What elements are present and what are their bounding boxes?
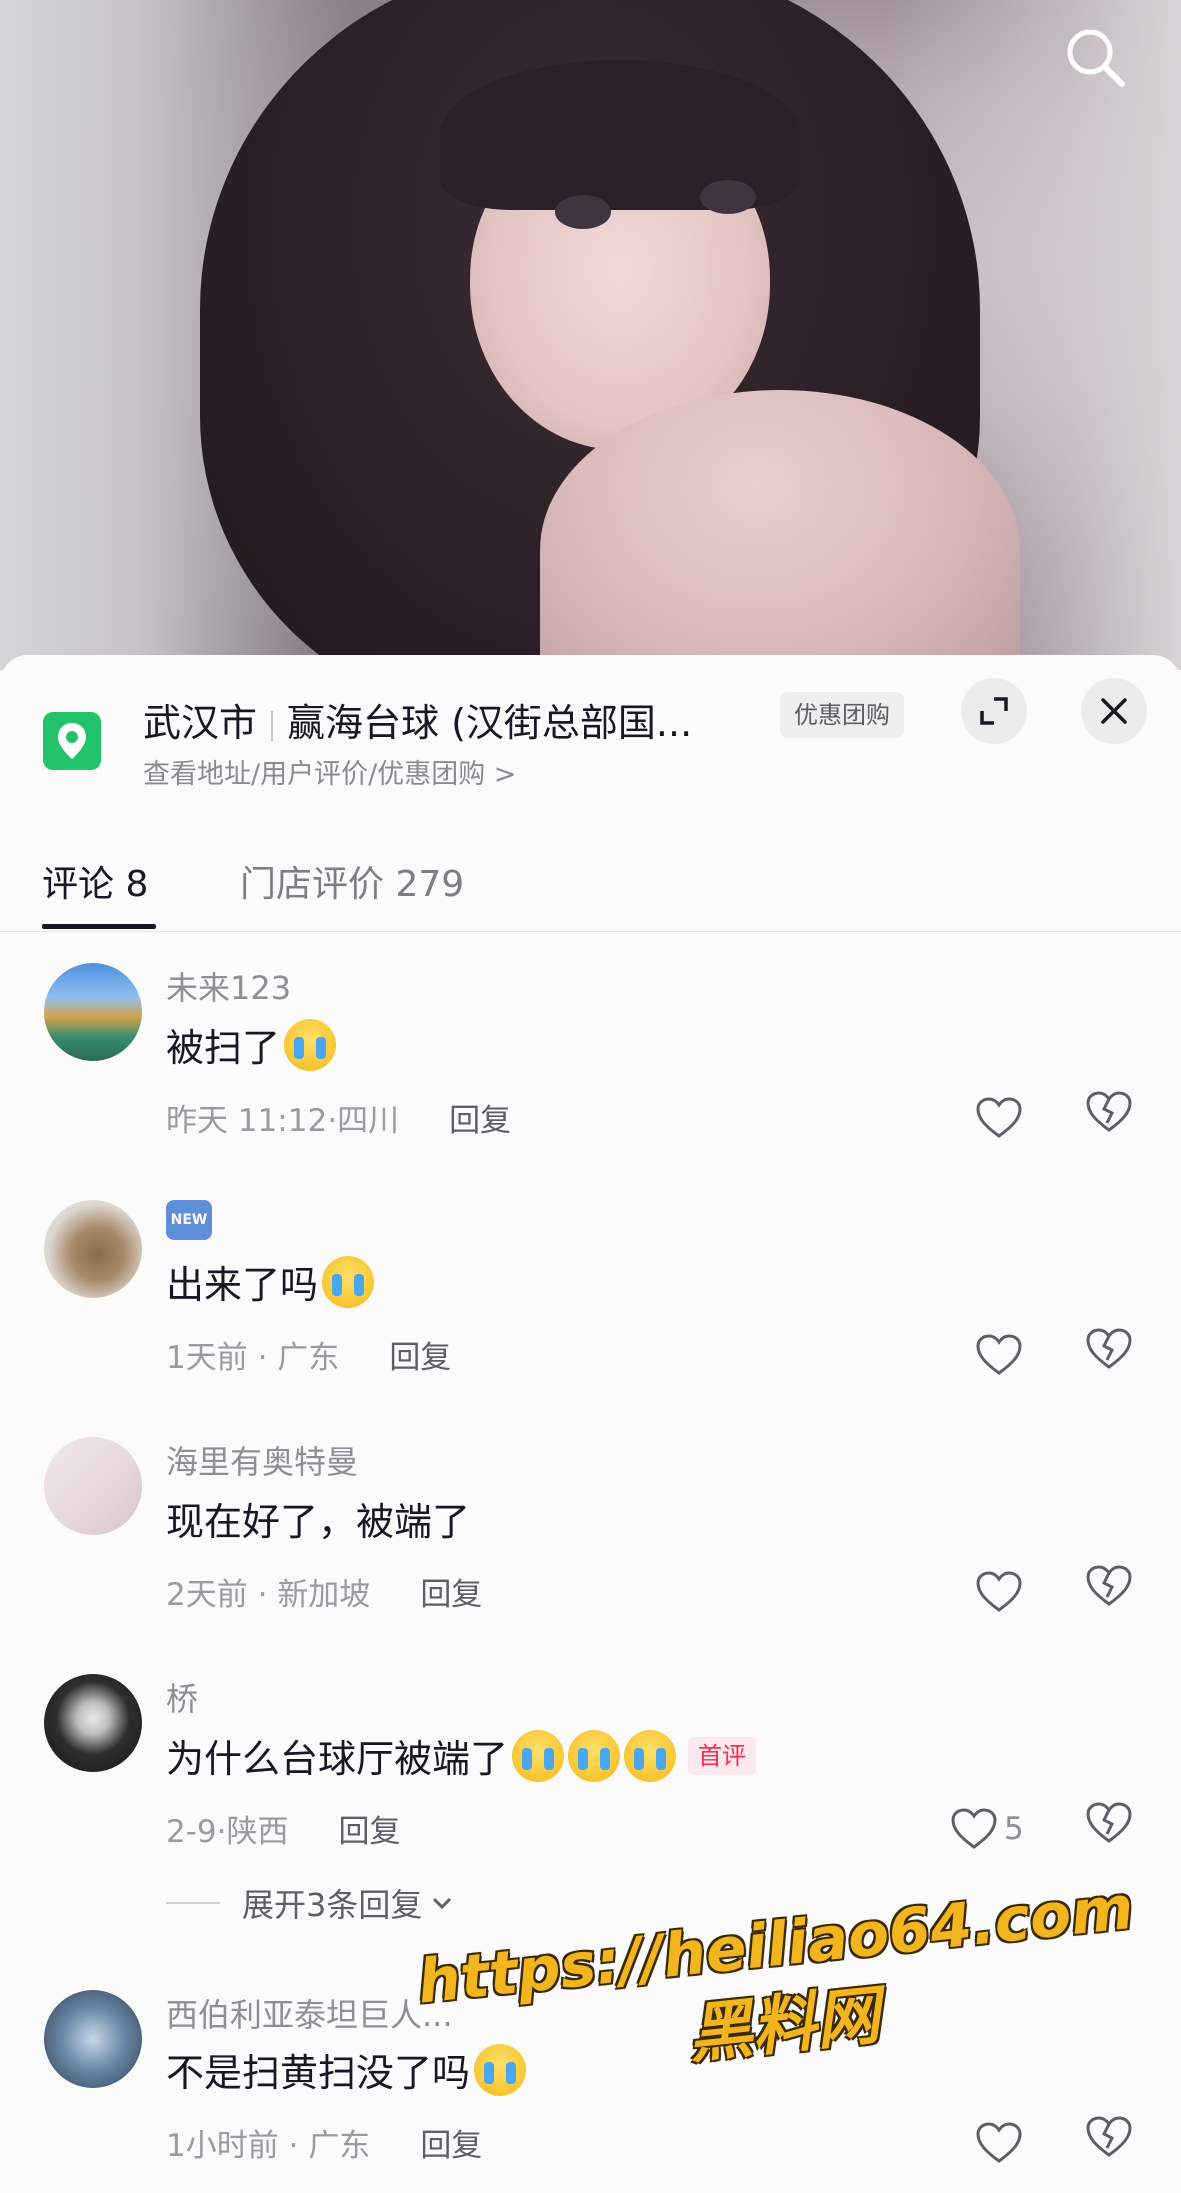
chevron-down-icon xyxy=(433,1897,452,1910)
dislike-button[interactable] xyxy=(1085,1327,1141,1383)
comment-username[interactable]: 桥 xyxy=(166,1674,198,1720)
comment-text: 不是扫黄扫没了吗 xyxy=(166,2042,527,2097)
close-button[interactable] xyxy=(1081,678,1147,744)
expand-icon xyxy=(980,697,1008,725)
reply-button[interactable]: 回复 xyxy=(420,2128,482,2164)
comment-time: 1小时前 xyxy=(166,2128,279,2164)
tab-comments[interactable]: 评论 8 xyxy=(42,855,148,907)
active-tab-indicator xyxy=(42,924,156,929)
comment-location: 新加坡 xyxy=(277,1577,371,1613)
comment-username[interactable]: 海里有奥特曼 xyxy=(166,1437,358,1483)
meta-separator: · xyxy=(216,1814,227,1850)
poi-title[interactable]: 武汉市 赢海台球 (汉街总部国... xyxy=(143,692,773,747)
crying-emoji-icon xyxy=(512,1729,565,1782)
comment-time: 昨天 11:12 xyxy=(166,1103,328,1139)
like-button[interactable] xyxy=(975,1564,1031,1620)
like-count: 5 xyxy=(1004,1811,1024,1847)
comment-meta: 1天前 · 广东 回复 xyxy=(166,1332,451,1377)
avatar[interactable] xyxy=(44,1674,142,1772)
comment-location: 广东 xyxy=(308,2128,371,2164)
comment-text-body: 不是扫黄扫没了吗 xyxy=(166,2051,471,2095)
heart-icon xyxy=(976,1571,1022,1612)
reply-button[interactable]: 回复 xyxy=(449,1103,511,1139)
expand-replies-button[interactable]: 展开3条回复 xyxy=(166,1880,456,1926)
avatar[interactable] xyxy=(44,963,142,1061)
comment-time: 1天前 xyxy=(166,1340,248,1376)
comment-text: 被扫了 xyxy=(166,1017,337,1072)
meta-separator: · xyxy=(288,2128,299,2164)
crying-emoji-icon xyxy=(474,2043,527,2096)
comment-text-body: 出来了吗 xyxy=(166,1263,319,1307)
video-photo[interactable] xyxy=(0,0,1181,670)
heart-icon xyxy=(976,1334,1022,1375)
comment-time: 2-9 xyxy=(166,1814,217,1850)
comment-text-body: 被扫了 xyxy=(166,1026,281,1070)
reply-button[interactable]: 回复 xyxy=(389,1340,451,1376)
poi-deal-badge[interactable]: 优惠团购 xyxy=(780,692,904,738)
comment-username[interactable]: 未来123 xyxy=(166,963,291,1009)
comment-text: 现在好了，被端了 xyxy=(166,1500,471,1544)
comment-tabs: 评论 8 门店评价 279 xyxy=(0,845,1181,932)
photo-eye-left xyxy=(555,195,611,229)
comment-meta: 昨天 11:12·四川 回复 xyxy=(166,1095,511,1140)
broken-heart-icon xyxy=(1086,1565,1132,1606)
first-comment-badge: 首评 xyxy=(688,1736,757,1775)
comment-username[interactable]: 西伯利亚泰坦巨人... xyxy=(166,1990,453,2036)
reply-button[interactable]: 回复 xyxy=(339,1814,401,1850)
poi-city: 武汉市 xyxy=(143,701,258,745)
location-pin-icon[interactable] xyxy=(43,712,101,770)
crying-emoji-icon xyxy=(322,1255,375,1308)
crying-emoji-icon xyxy=(568,1729,621,1782)
comment-location: 四川 xyxy=(337,1103,400,1139)
poi-store-name: 赢海台球 (汉街总部国... xyxy=(287,701,693,745)
poi-subtitle-link[interactable]: 查看地址/用户评价/优惠团购 > xyxy=(143,752,516,791)
comment-meta: 1小时前 · 广东 回复 xyxy=(166,2120,482,2165)
comment-text: 出来了吗 xyxy=(166,1254,375,1309)
broken-heart-icon xyxy=(1086,1802,1132,1843)
dislike-button[interactable] xyxy=(1085,1801,1141,1857)
crying-emoji-icon xyxy=(624,1729,677,1782)
new-user-badge: NEW xyxy=(166,1200,212,1240)
crying-emoji-icon xyxy=(284,1018,337,1071)
close-icon xyxy=(1101,698,1127,724)
like-button[interactable] xyxy=(975,1327,1031,1383)
expand-divider xyxy=(166,1902,220,1904)
heart-icon xyxy=(976,1097,1022,1138)
meta-separator: · xyxy=(257,1340,268,1376)
dislike-button[interactable] xyxy=(1085,1564,1141,1620)
dislike-button[interactable] xyxy=(1085,1090,1141,1146)
comment-location: 陕西 xyxy=(226,1814,289,1850)
meta-separator: · xyxy=(257,1577,268,1613)
comment-time: 2天前 xyxy=(166,1577,248,1613)
reply-button[interactable]: 回复 xyxy=(420,1577,482,1613)
search-icon xyxy=(1067,29,1125,87)
like-button[interactable] xyxy=(975,1090,1031,1146)
like-button[interactable]: 5 xyxy=(950,1801,1050,1857)
meta-separator: · xyxy=(327,1103,338,1139)
heart-icon xyxy=(951,1808,997,1849)
poi-divider xyxy=(271,710,274,741)
tab-store-reviews[interactable]: 门店评价 279 xyxy=(240,855,464,907)
photo-eye-right xyxy=(700,180,756,214)
broken-heart-icon xyxy=(1086,2116,1132,2157)
comment-meta: 2-9·陕西 回复 xyxy=(166,1806,401,1851)
broken-heart-icon xyxy=(1086,1328,1132,1369)
comment-location: 广东 xyxy=(277,1340,340,1376)
comment-text: 为什么台球厅被端了 首评 xyxy=(166,1728,757,1783)
dislike-button[interactable] xyxy=(1085,2115,1141,2171)
like-button[interactable] xyxy=(975,2115,1031,2171)
search-button[interactable] xyxy=(1060,22,1130,92)
expand-button[interactable] xyxy=(961,678,1027,744)
broken-heart-icon xyxy=(1086,1091,1132,1132)
avatar[interactable] xyxy=(44,1990,142,2088)
comment-text-body: 为什么台球厅被端了 xyxy=(166,1737,509,1781)
avatar[interactable] xyxy=(44,1437,142,1535)
avatar[interactable] xyxy=(44,1200,142,1298)
expand-replies-label: 展开3条回复 xyxy=(242,1886,423,1924)
comment-meta: 2天前 · 新加坡 回复 xyxy=(166,1569,482,1614)
heart-icon xyxy=(976,2122,1022,2163)
